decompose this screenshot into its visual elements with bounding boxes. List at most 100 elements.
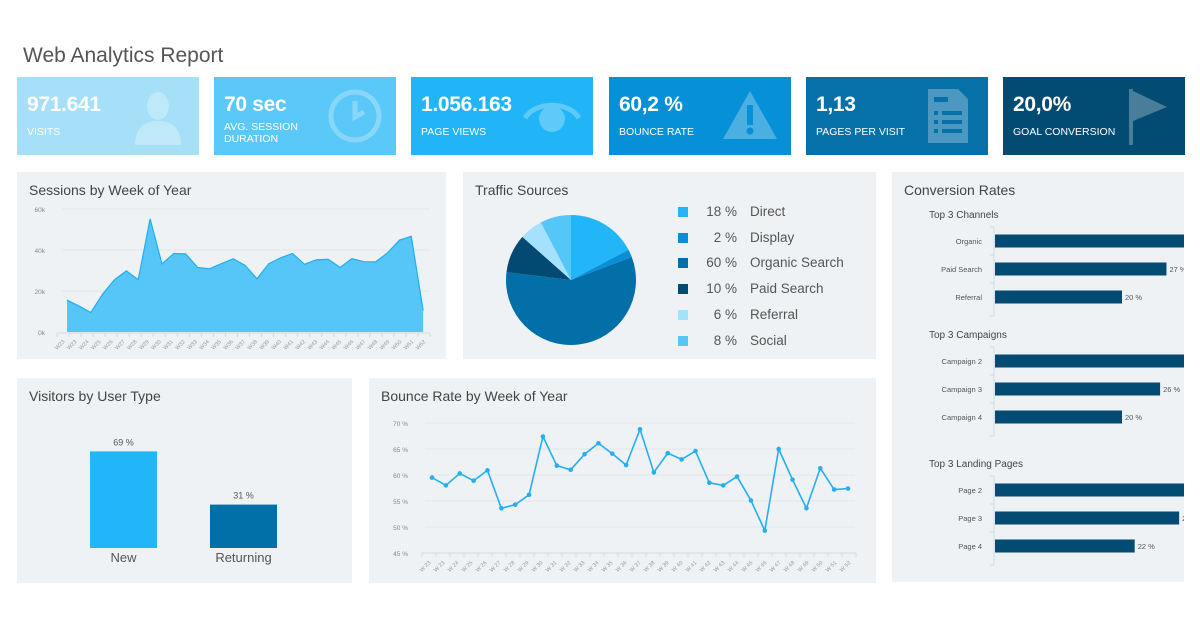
bounce-point [582, 451, 587, 457]
legend-swatch [678, 207, 688, 217]
legend-label: Display [750, 229, 795, 245]
x-tick-label: W25 [90, 339, 102, 351]
conversion-panel: Conversion Rates Top 3 ChannelsOrganic34… [892, 172, 1184, 582]
x-tick-label: W30 [150, 339, 162, 351]
conversion-value-label: 27 % [1169, 265, 1184, 274]
y-tick-label: 60k [35, 207, 46, 214]
bounce-point [776, 446, 781, 452]
x-tick-label: W 30 [531, 560, 544, 573]
x-tick-label: W 28 [503, 560, 516, 573]
legend-swatch [678, 258, 688, 269]
kpi-value: 20,0% [1013, 93, 1072, 116]
x-tick-label: W 48 [783, 560, 796, 573]
bounce-point [485, 468, 490, 473]
conversion-value-label: 22 % [1138, 542, 1155, 551]
sessions-chart: 0k20k40k60kW23 W23 W24 W25 W26 W27 W28 W29 W30 W3… [35, 207, 431, 351]
bounce-point [526, 492, 532, 498]
legend-label: Direct [750, 204, 786, 219]
visitors-value-label: 69 % [113, 437, 134, 447]
user-icon [129, 87, 187, 145]
kpi-label-line: DURATION [224, 133, 279, 145]
x-tick-label: W 47 [769, 560, 782, 573]
bounce-point [720, 483, 726, 488]
kpi-label: BOUNCE RATE [619, 126, 694, 138]
conversion-bar [995, 234, 1184, 248]
conversion-group-title: Top 3 Landing Pages [929, 459, 1023, 470]
legend-percent: 18 % [706, 204, 737, 219]
bounce-point [665, 450, 671, 456]
x-tick-label: W40 [271, 339, 283, 351]
visitors-bar-new [90, 451, 157, 548]
x-tick-label: W41 [283, 339, 295, 351]
bounce-line [431, 426, 849, 534]
bounce-point [707, 480, 712, 486]
x-tick-label: W 42 [699, 560, 712, 573]
conversion-chart: Top 3 ChannelsOrganic34 %Paid Search27 %… [929, 210, 1184, 566]
conversion-category-label: Campaign 4 [942, 413, 982, 422]
x-tick-label: W 44 [727, 560, 740, 573]
y-tick-label: 20k [35, 289, 46, 296]
x-tick-label: W 27 [489, 560, 502, 573]
x-tick-label: W42 [295, 339, 307, 351]
bounce-point [443, 483, 449, 488]
legend-label: Referral [750, 306, 799, 322]
x-tick-label: W34 [199, 339, 211, 351]
x-tick-label: W36 [223, 339, 235, 351]
legend-item: 2 % Display [673, 230, 873, 246]
conversion-bar [995, 511, 1180, 525]
y-tick-label: 55 % [393, 499, 408, 506]
bounce-point [554, 463, 560, 468]
x-tick-label: W 39 [657, 560, 670, 573]
kpi-value: 1,13 [816, 93, 856, 116]
flag-icon [1115, 87, 1173, 145]
x-tick-label: W 46 [755, 560, 768, 573]
bounce-point [693, 448, 698, 454]
x-tick-label: W 29 [517, 560, 530, 573]
x-tick-label: W 26 [475, 560, 488, 573]
x-tick-label: W 43 [713, 560, 726, 573]
x-tick-label: W 50 [811, 560, 824, 573]
x-tick-label: W46 [343, 339, 355, 351]
x-tick-label: W44 [319, 339, 331, 351]
x-tick-label: W50 [391, 339, 403, 351]
kpi-value: 60,2 % [619, 93, 683, 116]
legend-swatch [678, 232, 688, 243]
conversion-category-label: Campaign 3 [942, 385, 982, 394]
conversion-bar [995, 262, 1167, 276]
bounce-point [512, 502, 518, 507]
legend-item: 6 % Referral [673, 307, 873, 323]
bounce-point [831, 487, 837, 492]
kpi-label: PAGE VIEWS [421, 126, 486, 138]
kpi-label-line: GOAL CONVERSION [1013, 126, 1116, 138]
visitors-category-label: Returning [215, 550, 271, 565]
x-tick-label: W27 [114, 339, 126, 351]
kpi-label-line: VISITS [27, 126, 61, 138]
bounce-point [471, 478, 476, 484]
conversion-bar [995, 410, 1122, 424]
conversion-value-label: 26 % [1163, 385, 1180, 394]
x-tick-label: W33 [187, 339, 199, 351]
conversion-bar [995, 539, 1135, 553]
kpi-label: PAGES PER VISIT [816, 126, 905, 138]
conversion-category-label: Organic [956, 237, 983, 246]
bounce-point [568, 467, 573, 473]
bounce-chart: 45 %50 %55 %60 %65 %70 %W 23 W 23 W 24 W 25… [393, 421, 857, 573]
traffic-panel: Traffic Sources 18 % Direct 2 % Display 60 %… [463, 172, 876, 359]
y-tick-label: 70 % [393, 421, 408, 428]
x-tick-label: W37 [235, 339, 247, 351]
x-tick-label: W31 [162, 339, 174, 351]
legend-swatch [678, 284, 688, 295]
kpi-card-avg-session: 70 sec AVG. SESSION DURATION [214, 77, 396, 155]
bounce-point [790, 477, 795, 482]
y-tick-label: 60 % [393, 473, 408, 480]
kpi-label: AVG. SESSION DURATION [224, 121, 298, 145]
bounce-point [623, 462, 629, 468]
kpi-label: GOAL CONVERSION [1013, 126, 1115, 138]
x-tick-label: W 45 [741, 560, 754, 573]
x-tick-label: W 36 [615, 560, 628, 573]
x-tick-label: W35 [211, 339, 223, 351]
legend-label: Organic Search [750, 255, 844, 271]
conversion-group-title: Top 3 Campaigns [929, 330, 1007, 341]
x-tick-label: W52 [415, 339, 427, 351]
conversion-value-label: 20 % [1125, 413, 1142, 422]
